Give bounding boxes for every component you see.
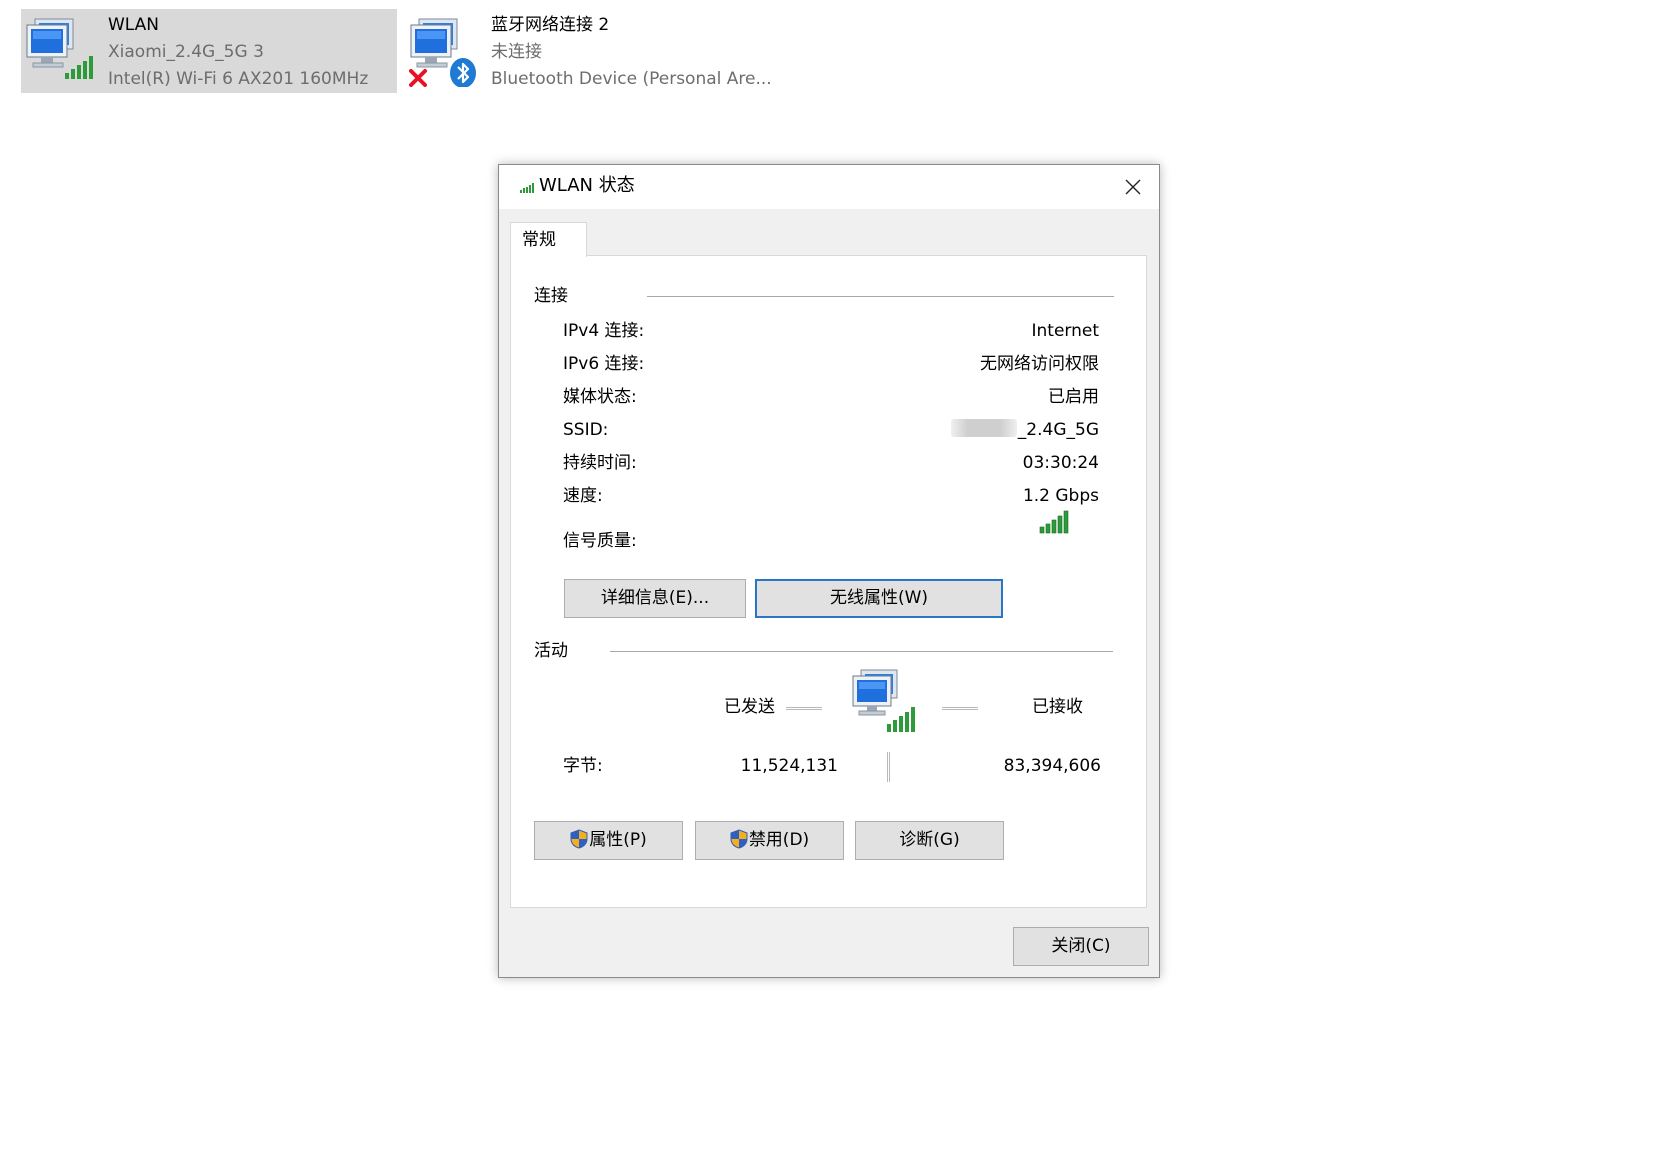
close-icon[interactable] (1121, 175, 1145, 199)
dialog-title: WLAN 状态 (539, 175, 635, 196)
group-label-connection: 连接 (534, 286, 568, 306)
dialog-titlebar[interactable]: WLAN 状态 (499, 165, 1159, 209)
tab-panel-general: 连接 IPv4 连接: Internet IPv6 连接: 无网络访问权限 媒体… (510, 255, 1147, 908)
properties-label: 属性(P) (589, 830, 647, 850)
ipv6-label: IPv6 连接: (563, 354, 645, 374)
signal-quality-icon (1039, 510, 1069, 534)
group-divider (610, 651, 1113, 652)
received-label: 已接收 (1032, 697, 1083, 717)
wireless-properties-button[interactable]: 无线属性(W) (755, 579, 1003, 618)
speed-label: 速度: (563, 486, 603, 506)
details-button[interactable]: 详细信息(E)... (564, 579, 746, 618)
group-label-activity: 活动 (534, 641, 568, 661)
ipv4-label: IPv4 连接: (563, 321, 645, 341)
received-dash (942, 707, 978, 710)
bytes-sent-value: 11,524,131 (740, 756, 838, 776)
bluetooth-icon (450, 58, 476, 88)
duration-label: 持续时间: (563, 453, 637, 473)
adapter-network: Xiaomi_2.4G_5G 3 (108, 42, 264, 62)
adapter-name: WLAN (108, 15, 160, 35)
bytes-label: 字节: (563, 756, 603, 776)
redacted-blur (950, 419, 1017, 437)
adapter-network: 未连接 (491, 42, 542, 62)
adapter-tile-wlan[interactable]: WLAN Xiaomi_2.4G_5G 3 Intel(R) Wi-Fi 6 A… (21, 9, 397, 93)
diagnose-button[interactable]: 诊断(G) (855, 821, 1004, 860)
properties-button[interactable]: 属性(P) (534, 821, 683, 860)
media-state-label: 媒体状态: (563, 387, 637, 407)
adapter-name: 蓝牙网络连接 2 (491, 15, 610, 35)
adapter-device: Intel(R) Wi-Fi 6 AX201 160MHz (108, 69, 369, 89)
wifi-computer-icon (25, 13, 99, 87)
sent-label: 已发送 (724, 697, 775, 717)
uac-shield-icon (730, 829, 748, 849)
bluetooth-computer-icon (409, 13, 483, 88)
group-divider (647, 296, 1114, 297)
ipv4-value: Internet (1031, 321, 1099, 341)
ssid-label: SSID: (563, 420, 609, 440)
wlan-status-dialog: WLAN 状态 常规 连接 IPv4 连接: Internet IPv6 连接:… (498, 164, 1160, 978)
ssid-value: _2.4G_5G (1017, 420, 1099, 440)
sent-dash (786, 707, 822, 710)
disconnected-x-icon (409, 69, 427, 87)
speed-value: 1.2 Gbps (1022, 486, 1099, 506)
ipv6-value: 无网络访问权限 (980, 354, 1099, 374)
bytes-separator (887, 752, 890, 782)
adapter-device: Bluetooth Device (Personal Are... (491, 69, 772, 89)
disable-button[interactable]: 禁用(D) (695, 821, 844, 860)
close-button[interactable]: 关闭(C) (1013, 927, 1149, 966)
signal-quality-label: 信号质量: (563, 531, 637, 551)
disable-label: 禁用(D) (748, 830, 810, 850)
ssid-value-wrap: _2.4G_5G (950, 419, 1099, 441)
uac-shield-icon (570, 829, 588, 849)
tab-general[interactable]: 常规 (510, 222, 587, 257)
media-state-value: 已启用 (1048, 387, 1099, 407)
signal-icon (520, 183, 534, 193)
network-computer-icon (852, 669, 915, 732)
bytes-received-value: 83,394,606 (1003, 756, 1101, 776)
duration-value: 03:30:24 (1022, 453, 1099, 473)
adapter-tile-bluetooth[interactable]: 蓝牙网络连接 2 未连接 Bluetooth Device (Personal … (405, 9, 825, 93)
